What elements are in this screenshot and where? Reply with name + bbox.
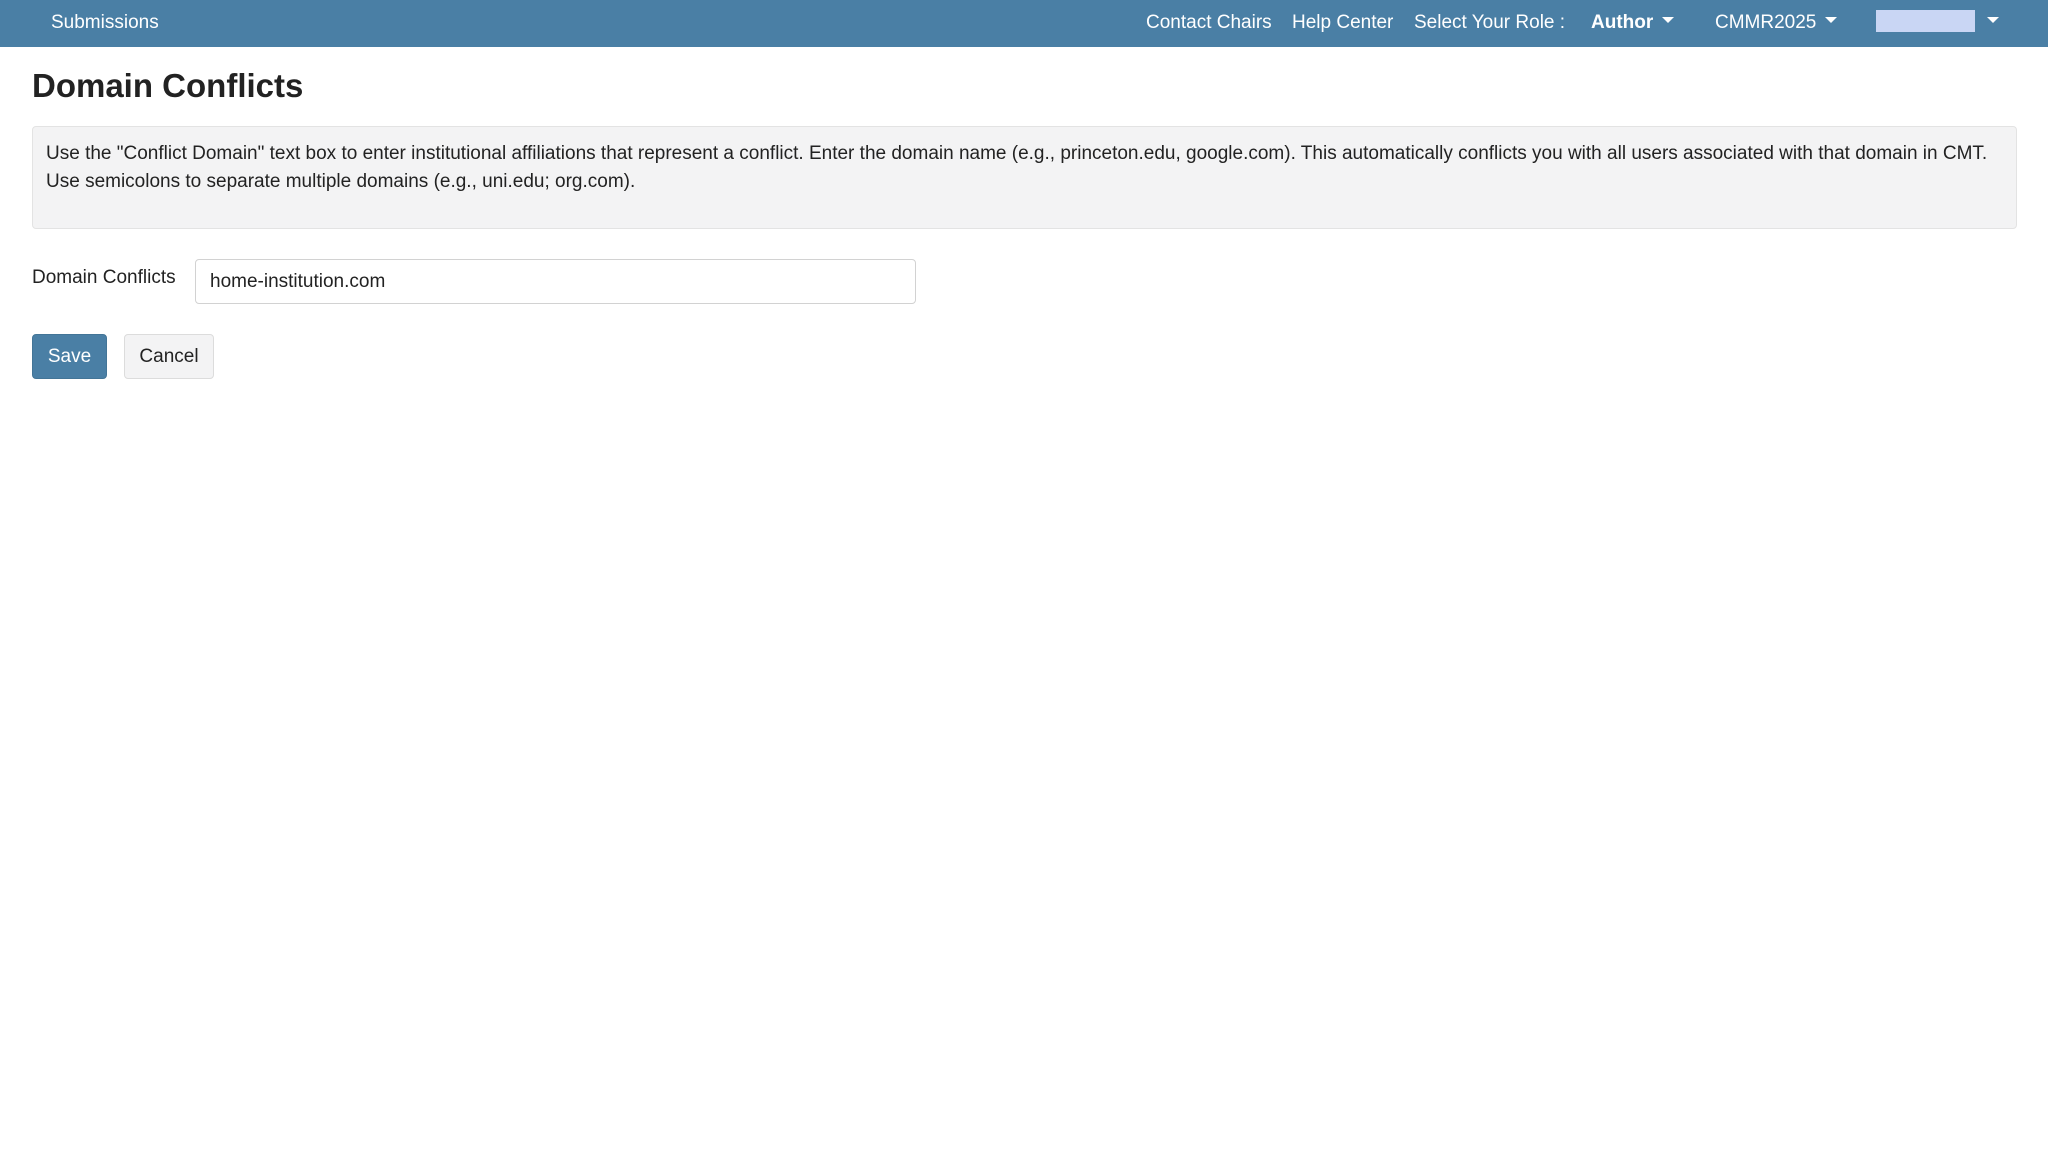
domain-conflicts-input[interactable] [195, 259, 916, 304]
caret-down-icon [1987, 16, 1999, 23]
page-title: Domain Conflicts [32, 67, 304, 104]
redacted-username [1876, 9, 1975, 32]
instructions-panel: Use the "Conflict Domain" text box to en… [32, 126, 2017, 229]
conference-dropdown[interactable]: CMMR2025 [1715, 0, 1838, 47]
nav-contact-chairs-link[interactable]: Contact Chairs [1146, 0, 1272, 47]
nav-submissions-link[interactable]: Submissions [51, 0, 159, 47]
conference-dropdown-value: CMMR2025 [1715, 12, 1817, 33]
save-button[interactable]: Save [32, 334, 107, 379]
instructions-text: Use the "Conflict Domain" text box to en… [46, 143, 1988, 192]
user-menu-dropdown[interactable] [1876, 0, 1999, 47]
caret-down-icon [1662, 16, 1675, 23]
domain-conflicts-label: Domain Conflicts [32, 267, 176, 288]
caret-down-icon [1825, 16, 1838, 23]
top-navbar: Submissions Contact Chairs Help Center S… [0, 0, 2048, 47]
role-dropdown[interactable]: Author [1591, 0, 1675, 47]
nav-help-center-link[interactable]: Help Center [1292, 0, 1393, 47]
role-dropdown-value: Author [1591, 12, 1654, 33]
role-label: Select Your Role : [1414, 12, 1566, 33]
cancel-button[interactable]: Cancel [124, 334, 214, 379]
